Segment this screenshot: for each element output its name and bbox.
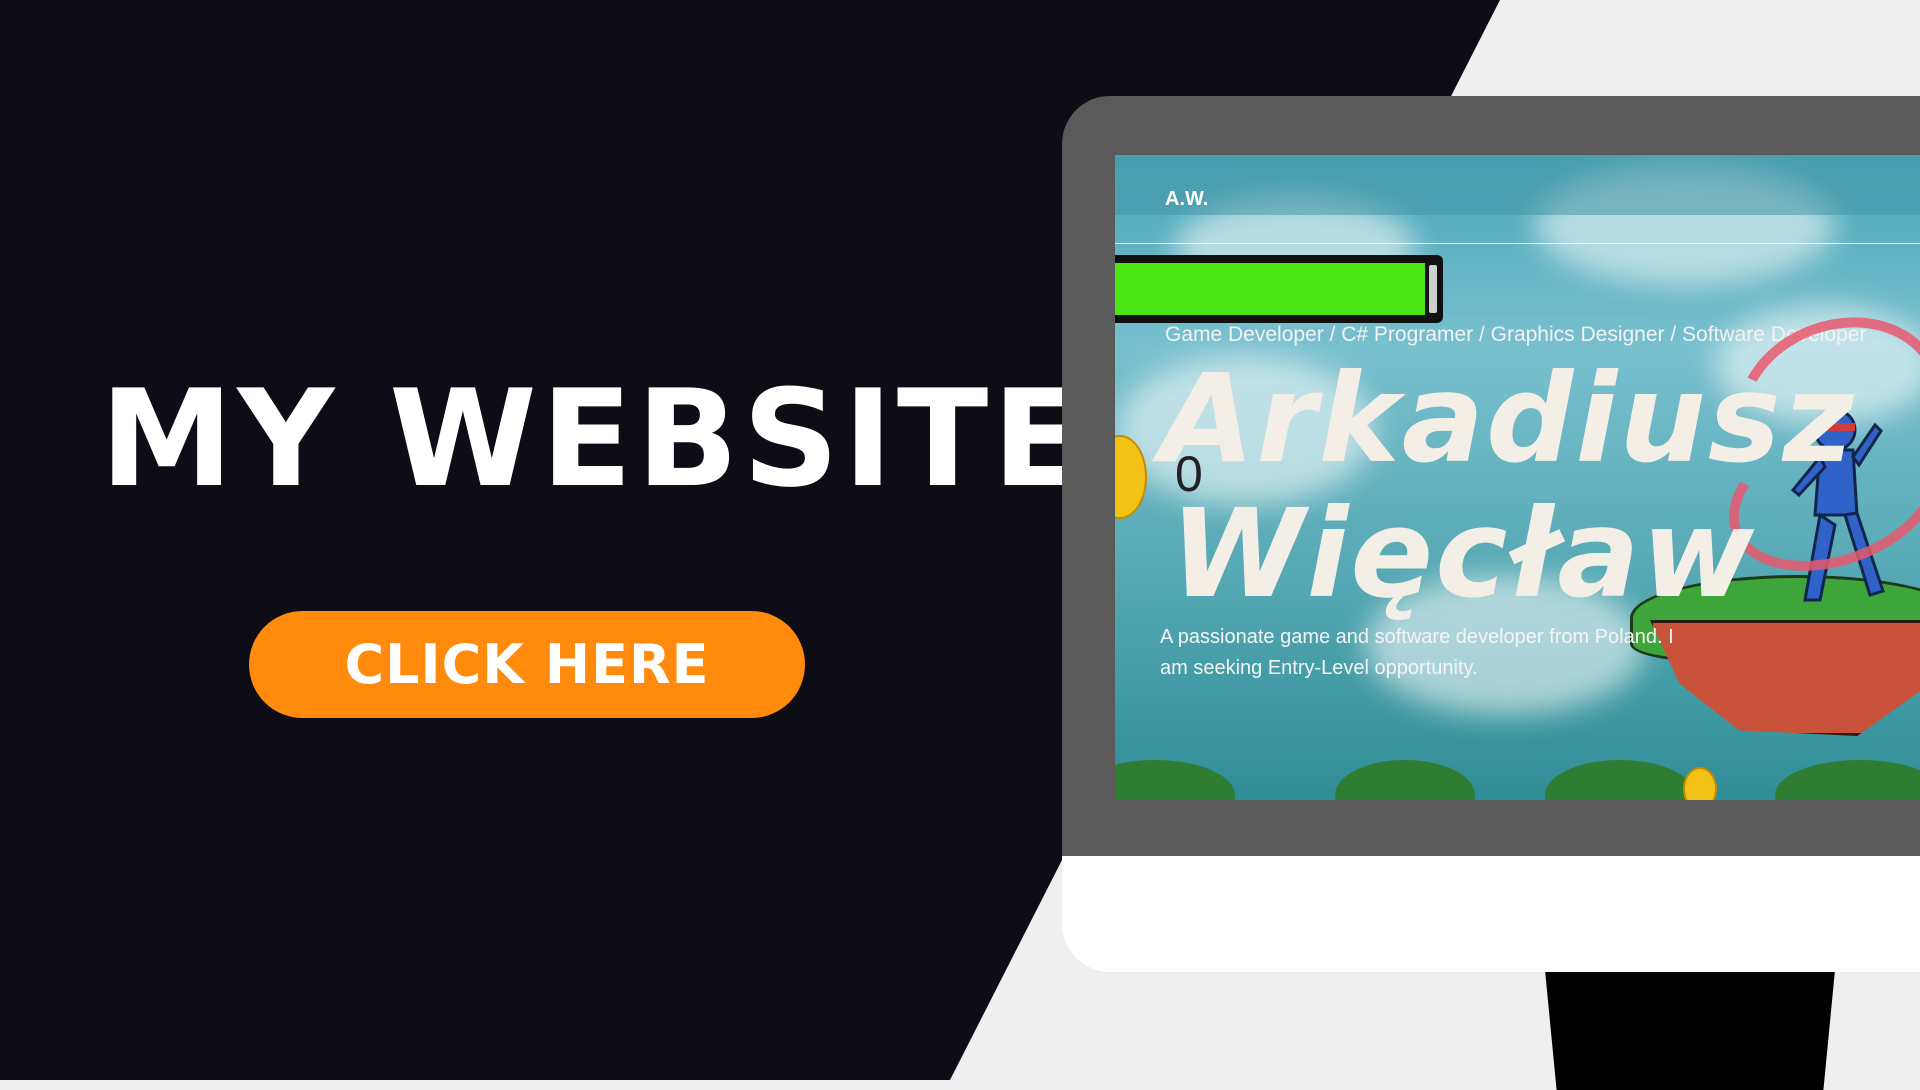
bush bbox=[1775, 760, 1920, 800]
click-here-label: CLICK HERE bbox=[344, 633, 710, 696]
bush bbox=[1545, 760, 1695, 800]
bush bbox=[1115, 760, 1235, 800]
click-here-button[interactable]: CLICK HERE bbox=[249, 611, 805, 718]
floating-island-rock bbox=[1650, 620, 1920, 736]
hero-name-last: Więcław bbox=[1170, 483, 1757, 625]
site-logo[interactable]: A.W. bbox=[1165, 188, 1208, 211]
health-bar-cap bbox=[1429, 265, 1437, 313]
headline: MY WEBSITE bbox=[100, 361, 1088, 517]
monitor-stand bbox=[1545, 970, 1835, 1090]
header-divider bbox=[1115, 243, 1920, 244]
site-header bbox=[1115, 155, 1920, 215]
health-bar-fill bbox=[1115, 263, 1425, 315]
hero-bio: A passionate game and software developer… bbox=[1160, 626, 1674, 679]
roles-subtitle: Game Developer / C# Programer / Graphics… bbox=[1165, 323, 1867, 346]
health-bar bbox=[1115, 255, 1443, 323]
website-preview-screen: A.W. Game Developer / C# Programer / Gra… bbox=[1115, 155, 1920, 800]
coin-icon bbox=[1683, 767, 1717, 800]
hero-name-first: Arkadiusz bbox=[1160, 348, 1856, 490]
bush bbox=[1335, 760, 1475, 800]
